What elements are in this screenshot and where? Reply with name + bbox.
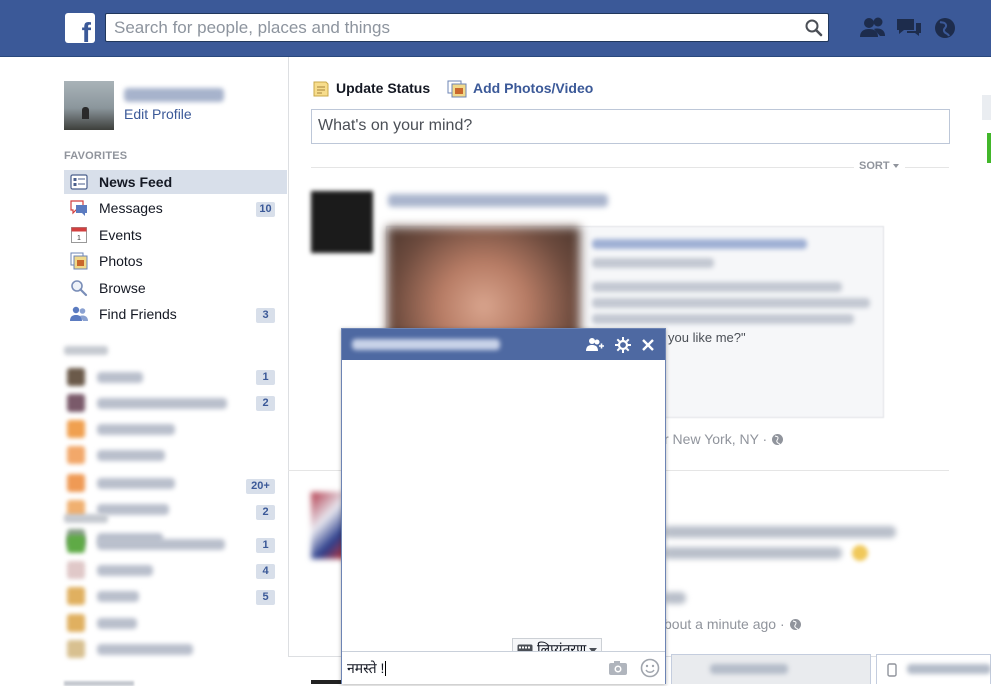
pencil-note-icon — [313, 81, 329, 97]
right-rail-edge — [982, 95, 991, 120]
chat-message-input[interactable]: नमस्ते ! — [347, 659, 387, 678]
groups-heading-blurred — [64, 514, 108, 523]
chat-tab-blurred[interactable] — [671, 654, 871, 684]
sidebar-item-label: Browse — [99, 280, 146, 296]
favorites-heading: FAVORITES — [64, 150, 128, 162]
search-icon[interactable] — [804, 18, 824, 38]
news-feed-icon — [70, 174, 88, 190]
profile-picture[interactable] — [64, 81, 114, 130]
card-desc-blurred — [592, 282, 842, 292]
top-bar: f — [0, 0, 991, 57]
card-description-fragment: you like me?" — [668, 330, 746, 345]
add-friends-to-chat-icon[interactable] — [586, 336, 604, 354]
magnifier-icon — [71, 280, 88, 297]
left-sidebar: Edit Profile FAVORITES News Feed Message… — [0, 57, 289, 684]
pages-heading-blurred — [64, 346, 108, 355]
chat-tab-blurred[interactable] — [876, 654, 991, 684]
top-nav-icons — [858, 14, 962, 45]
group-count-badge: 5 — [256, 590, 275, 605]
svg-text:1: 1 — [77, 235, 81, 242]
story-text-blurred — [664, 592, 686, 604]
messages-icon — [70, 200, 87, 216]
chat-header[interactable] — [342, 329, 665, 360]
sidebar-item-label: Events — [99, 227, 142, 243]
photo-video-icon — [447, 80, 467, 98]
friends-icon — [70, 306, 88, 321]
sidebar-item-news-feed[interactable]: News Feed — [64, 170, 287, 194]
story-text-blurred — [664, 526, 896, 538]
update-status-tab[interactable]: Update Status — [312, 80, 430, 98]
sidebar-item-label: Find Friends — [99, 306, 177, 322]
group-count-badge: 4 — [256, 564, 275, 579]
page-count-badge: 2 — [256, 396, 275, 411]
sidebar-item-label: Messages — [99, 200, 163, 216]
sidebar-item-photos[interactable]: Photos — [64, 249, 287, 273]
sort-dropdown[interactable]: SORT — [854, 160, 905, 172]
close-icon[interactable] — [639, 336, 657, 354]
card-title-blurred — [592, 239, 807, 249]
story-text-blurred — [664, 547, 842, 559]
find-friends-count-badge: 3 — [256, 308, 275, 323]
search-box — [105, 13, 829, 42]
mobile-phone-icon — [887, 663, 897, 677]
sidebar-item-find-friends[interactable]: Find Friends — [64, 302, 287, 326]
emoticon-icon[interactable] — [640, 658, 660, 678]
profile-name-blurred[interactable] — [124, 88, 224, 102]
story-location: r New York, NY · — [664, 431, 784, 447]
friend-requests-icon[interactable] — [858, 14, 888, 42]
page-count-badge: 2 — [256, 505, 275, 520]
search-input[interactable] — [106, 14, 802, 41]
sidebar-item-messages[interactable]: Messages — [64, 196, 287, 220]
page-count-badge: 20+ — [246, 479, 275, 494]
photos-icon — [70, 252, 88, 270]
gear-icon[interactable] — [614, 336, 632, 354]
status-composer — [311, 109, 950, 144]
emoji-icon — [852, 545, 868, 561]
chat-window: लिप्यंतरण नमस्ते ! — [341, 328, 666, 684]
notifications-globe-icon[interactable] — [930, 14, 960, 42]
status-input[interactable] — [312, 110, 924, 142]
online-indicator — [987, 133, 991, 163]
chat-contact-name-blurred[interactable] — [352, 339, 500, 350]
sidebar-item-label: Photos — [99, 253, 143, 269]
story-avatar-blurred[interactable] — [311, 191, 373, 253]
sidebar-item-browse[interactable]: Browse — [64, 276, 287, 300]
edit-profile-link[interactable]: Edit Profile — [124, 106, 192, 122]
sidebar-item-label: News Feed — [99, 174, 173, 190]
calendar-icon: 1 — [71, 227, 87, 243]
camera-icon[interactable] — [608, 660, 628, 676]
messages-count-badge: 10 — [256, 202, 275, 217]
story-timestamp: bout a minute ago · — [664, 616, 802, 632]
messages-top-icon[interactable] — [894, 14, 924, 42]
group-count-badge: 1 — [256, 538, 275, 553]
chevron-down-icon — [892, 164, 899, 169]
sidebar-item-events[interactable]: 1 Events — [64, 223, 287, 247]
card-desc-blurred — [592, 298, 870, 308]
card-domain-blurred — [592, 258, 714, 268]
chat-compose-area: नमस्ते ! — [342, 651, 665, 684]
globe-icon[interactable] — [789, 618, 802, 631]
globe-icon[interactable] — [771, 433, 784, 446]
add-photos-tab[interactable]: Add Photos/Video — [447, 80, 593, 98]
card-desc-blurred — [592, 314, 854, 324]
story-title-blurred[interactable] — [388, 194, 608, 207]
page-count-badge: 1 — [256, 370, 275, 385]
facebook-logo[interactable]: f — [65, 13, 95, 43]
